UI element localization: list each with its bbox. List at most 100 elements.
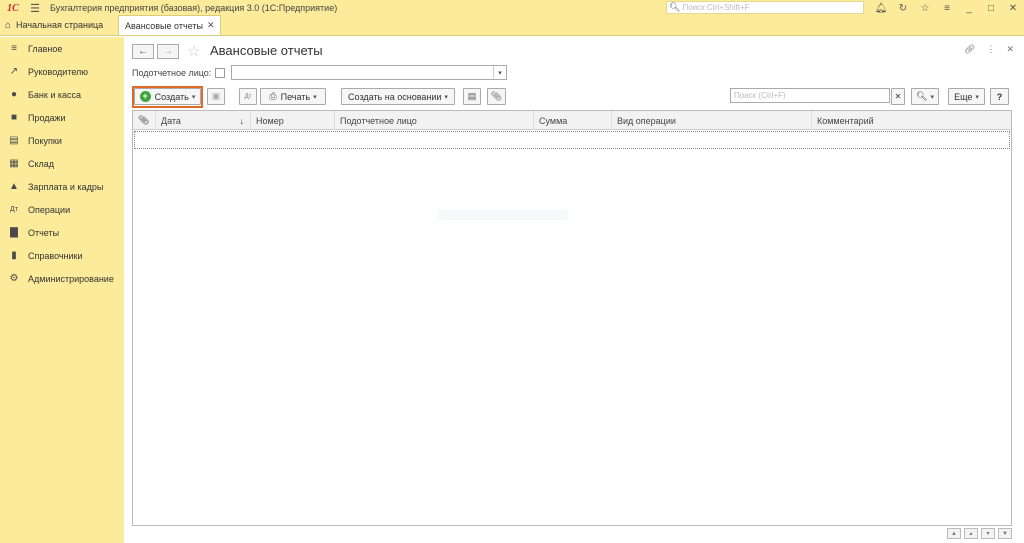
tab-bar: ⌂ Начальная страница Авансовые отчеты ✕ (0, 15, 1024, 36)
copy-icon: ▣ (211, 91, 221, 101)
loading-placeholder (438, 210, 568, 220)
scroll-top-icon[interactable]: ▲ (947, 528, 961, 539)
sidebar-item-label: Руководителю (28, 66, 89, 77)
column-operation-label: Вид операции (617, 115, 676, 126)
favorites-star-icon[interactable]: ☆ (914, 3, 936, 14)
sidebar-item-bank[interactable]: ● Банк и касса (0, 83, 124, 106)
chevron-down-icon: ▾ (191, 93, 196, 101)
minimize-icon[interactable]: _ (958, 3, 980, 14)
create-based-on-button[interactable]: Создать на основании ▾ (341, 88, 455, 105)
forward-button[interactable]: → (157, 44, 179, 59)
search-button[interactable]: 🔍︎ ▾ (911, 88, 939, 105)
column-operation-type[interactable]: Вид операции (611, 111, 811, 130)
person-icon: ▲ (9, 181, 19, 192)
trend-chart-icon: ↗ (9, 66, 19, 77)
sort-down-icon: ↓ (239, 115, 245, 126)
column-number[interactable]: Номер (250, 111, 334, 130)
app-title: Бухгалтерия предприятия (базовая), редак… (50, 3, 338, 13)
scroll-up-icon[interactable]: ▴ (964, 528, 978, 539)
settings-menu-icon[interactable]: ≡ (936, 3, 958, 14)
sidebar-item-main[interactable]: ≡ Главное (0, 37, 124, 60)
accountable-person-field[interactable]: ▾ (231, 65, 507, 80)
sidebar-item-label: Операции (28, 204, 71, 215)
sidebar-item-label: Склад (28, 158, 55, 169)
more-label: Еще (954, 91, 973, 102)
more-vertical-icon[interactable]: ⋮ (986, 44, 995, 55)
debit-credit-icon: Дт (10, 206, 18, 213)
sidebar-item-operations[interactable]: Дт Операции (0, 198, 124, 221)
create-button[interactable]: + Создать ▾ (134, 88, 201, 105)
sidebar-item-label: Главное (28, 43, 63, 54)
sidebar-item-reports[interactable]: ▇ Отчеты (0, 221, 124, 244)
tab-active-label: Авансовые отчеты (125, 20, 203, 31)
sidebar-item-directories[interactable]: ▮ Справочники (0, 244, 124, 267)
more-button[interactable]: Еще ▾ (948, 88, 985, 105)
book-icon: ▮ (11, 250, 17, 261)
printer-icon: ⎙ (269, 91, 277, 101)
print-label: Печать (280, 91, 311, 102)
sidebar-item-salary[interactable]: ▲ Зарплата и кадры (0, 175, 124, 198)
tab-home-label: Начальная страница (16, 20, 104, 30)
column-accountable-person[interactable]: Подотчетное лицо (334, 111, 533, 130)
documents-table[interactable]: 📎︎ Дата ↓ Номер Подотчетное лицо Сумма В… (132, 110, 1012, 526)
column-amount[interactable]: Сумма (533, 111, 611, 130)
search-icon: 🔍︎ (669, 2, 681, 12)
sidebar-item-label: Покупки (28, 135, 62, 146)
clear-search-button[interactable]: ✕ (891, 88, 905, 105)
chevron-down-icon: ▾ (313, 93, 317, 101)
sidebar-item-admin[interactable]: ⚙︎ Администрирование (0, 267, 124, 290)
history-icon[interactable]: ↻ (892, 3, 914, 14)
dt-kt-button[interactable]: Дт (239, 88, 257, 105)
warehouse-grid-icon: ▦ (9, 158, 19, 169)
document-structure-icon: ▤ (467, 91, 477, 101)
menu-lines-icon: ≡ (11, 43, 17, 54)
favorite-star-icon[interactable]: ☆ (187, 42, 200, 60)
cart-icon: ▤ (9, 135, 19, 146)
sidebar-item-warehouse[interactable]: ▦ Склад (0, 152, 124, 175)
help-label: ? (996, 91, 1003, 102)
close-icon[interactable]: ✕ (1002, 3, 1024, 14)
attachment-column-icon[interactable]: 📎︎ (133, 111, 155, 130)
filter-checkbox[interactable] (215, 68, 225, 78)
copy-button[interactable]: ▣ (207, 88, 225, 105)
bell-icon[interactable]: 🔔︎ (870, 3, 892, 14)
scroll-bottom-icon[interactable]: ▼ (998, 528, 1012, 539)
scroll-down-icon[interactable]: ▾ (981, 528, 995, 539)
tab-close-icon[interactable]: ✕ (207, 20, 215, 31)
create-label: Создать (154, 91, 189, 102)
link-icon[interactable]: 🔗︎ (964, 44, 975, 55)
back-button[interactable]: ← (132, 44, 154, 59)
list-scroll-controls: ▲ ▴ ▾ ▼ (947, 528, 1012, 539)
tab-advance-reports[interactable]: Авансовые отчеты ✕ (118, 15, 222, 35)
main-menu-icon[interactable]: ☰ (26, 2, 44, 15)
column-person-label: Подотчетное лицо (340, 115, 417, 126)
app-logo: 1С (7, 2, 19, 14)
help-button[interactable]: ? (990, 88, 1009, 105)
print-button[interactable]: ⎙ Печать ▾ (260, 88, 326, 105)
clear-icon: ✕ (894, 92, 902, 101)
page-title: Авансовые отчеты (210, 43, 323, 58)
main-form: ← → ☆ Авансовые отчеты 🔗︎ ⋮ ✕ Подотчетно… (124, 37, 1024, 543)
form-close-icon[interactable]: ✕ (1006, 44, 1014, 55)
list-search-input[interactable]: Поиск (Ctrl+F) (730, 88, 890, 103)
plus-icon: + (139, 91, 151, 102)
restore-icon[interactable]: □ (980, 3, 1002, 14)
sidebar-item-purchases[interactable]: ▤ Покупки (0, 129, 124, 152)
sidebar-item-sales[interactable]: ■ Продажи (0, 106, 124, 129)
attach-button[interactable]: 📎︎ (487, 88, 506, 105)
structure-button[interactable]: ▤ (463, 88, 481, 105)
sidebar-item-label: Администрирование (28, 273, 114, 284)
title-bar: 1С ☰ Бухгалтерия предприятия (базовая), … (0, 0, 1024, 16)
chevron-down-icon[interactable]: ▾ (493, 66, 506, 79)
column-date[interactable]: Дата ↓ (155, 111, 250, 130)
tab-home[interactable]: ⌂ Начальная страница (0, 15, 118, 35)
table-row[interactable] (134, 131, 1010, 149)
sidebar-item-label: Зарплата и кадры (28, 181, 104, 192)
column-amount-label: Сумма (539, 115, 568, 126)
global-search-input[interactable]: 🔍︎ Поиск Ctrl+Shift+F (666, 1, 864, 14)
column-comment[interactable]: Комментарий (811, 111, 1011, 130)
sidebar-item-manager[interactable]: ↗ Руководителю (0, 60, 124, 83)
chevron-down-icon: ▾ (444, 93, 448, 101)
search-icon: 🔍︎ (916, 91, 928, 101)
arrow-right-icon: → (163, 46, 173, 57)
